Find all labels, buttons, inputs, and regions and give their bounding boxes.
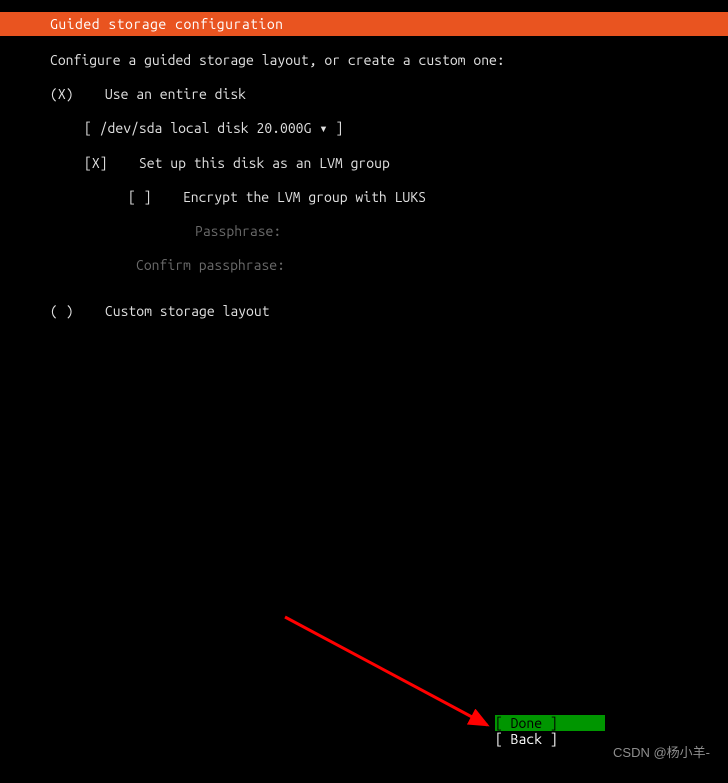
back-button[interactable]: [ Back ] — [495, 731, 605, 747]
disk-selector-value: [ /dev/sda local disk 20.000G ▾ ] — [84, 120, 343, 136]
option-entire-disk[interactable]: (X) Use an entire disk — [50, 86, 678, 102]
done-button-label: [ Done ] — [495, 715, 558, 731]
option-encrypt[interactable]: [ ] Encrypt the LVM group with LUKS — [128, 189, 678, 205]
option-custom-layout-label: Custom storage layout — [105, 303, 270, 319]
page-title: Guided storage configuration — [50, 16, 284, 32]
annotation-arrow-icon — [280, 612, 510, 752]
option-custom-layout[interactable]: ( ) Custom storage layout — [50, 303, 678, 319]
instruction-text: Configure a guided storage layout, or cr… — [50, 52, 678, 68]
checkbox-unchecked-icon: [ ] — [128, 189, 152, 205]
footer-buttons: [ Done ] [ Back ] — [495, 715, 605, 747]
option-lvm[interactable]: [X] Set up this disk as an LVM group — [84, 155, 678, 171]
disk-selector-dropdown[interactable]: [ /dev/sda local disk 20.000G ▾ ] — [84, 120, 678, 137]
watermark-text: CSDN @杨小羊- — [613, 742, 710, 761]
back-button-label: [ Back ] — [495, 731, 558, 747]
radio-selected-icon: (X) — [50, 86, 74, 102]
passphrase-label: Passphrase: — [195, 223, 678, 239]
done-button[interactable]: [ Done ] — [495, 715, 605, 731]
main-content: Configure a guided storage layout, or cr… — [0, 36, 728, 319]
radio-unselected-icon: ( ) — [50, 303, 74, 319]
option-lvm-label: Set up this disk as an LVM group — [139, 155, 390, 171]
checkbox-checked-icon: [X] — [84, 155, 108, 171]
option-entire-disk-label: Use an entire disk — [105, 86, 246, 102]
option-encrypt-label: Encrypt the LVM group with LUKS — [183, 189, 426, 205]
title-bar: Guided storage configuration — [0, 12, 728, 36]
confirm-passphrase-label: Confirm passphrase: — [136, 257, 678, 273]
